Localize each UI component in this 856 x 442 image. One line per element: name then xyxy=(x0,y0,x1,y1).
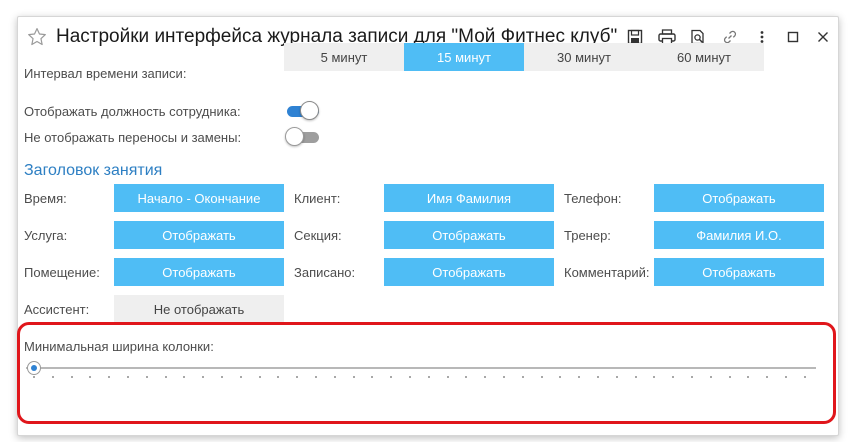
slider-tick xyxy=(71,376,73,378)
comment-button[interactable]: Отображать xyxy=(654,258,824,286)
time-button[interactable]: Начало - Окончание xyxy=(114,184,284,212)
slider-tick xyxy=(146,376,148,378)
slider-tick xyxy=(259,376,261,378)
enrolled-label: Записано: xyxy=(294,265,356,280)
trainer-label: Тренер: xyxy=(564,228,611,243)
interval-option-15[interactable]: 15 минут xyxy=(404,43,524,71)
slider-tick xyxy=(597,376,599,378)
service-button[interactable]: Отображать xyxy=(114,221,284,249)
slider-tick xyxy=(315,376,317,378)
slider-tick xyxy=(165,376,167,378)
slider-tick xyxy=(371,376,373,378)
slider-tick xyxy=(202,376,204,378)
time-label: Время: xyxy=(24,191,67,206)
assistant-label: Ассистент: xyxy=(24,302,90,317)
slider-tick xyxy=(541,376,543,378)
interval-option-60[interactable]: 60 минут xyxy=(644,43,764,71)
slider-tick xyxy=(578,376,580,378)
close-icon[interactable] xyxy=(813,27,833,47)
min-width-label: Минимальная ширина колонки: xyxy=(24,339,214,354)
slider-tick xyxy=(559,376,561,378)
slider-tick xyxy=(522,376,524,378)
client-label: Клиент: xyxy=(294,191,341,206)
section-label: Секция: xyxy=(294,228,342,243)
slider-tick xyxy=(127,376,129,378)
slider-tick xyxy=(484,376,486,378)
min-width-slider[interactable] xyxy=(26,358,818,382)
slider-tick xyxy=(409,376,411,378)
room-button[interactable]: Отображать xyxy=(114,258,284,286)
service-label: Услуга: xyxy=(24,228,68,243)
enrolled-button[interactable]: Отображать xyxy=(384,258,554,286)
section-button[interactable]: Отображать xyxy=(384,221,554,249)
slider-tick xyxy=(240,376,242,378)
slider-handle[interactable] xyxy=(27,361,41,375)
slider-tick xyxy=(89,376,91,378)
slider-tick xyxy=(747,376,749,378)
maximize-icon[interactable] xyxy=(783,27,803,47)
slider-tick xyxy=(465,376,467,378)
slider-tick xyxy=(52,376,54,378)
interval-label: Интервал времени записи: xyxy=(24,66,187,81)
interval-option-5[interactable]: 5 минут xyxy=(284,43,404,71)
slider-tick xyxy=(183,376,185,378)
slider-ticks xyxy=(26,376,816,378)
slider-tick xyxy=(334,376,336,378)
slider-rail xyxy=(26,367,816,369)
slider-tick xyxy=(616,376,618,378)
assistant-button[interactable]: Не отображать xyxy=(114,295,284,323)
slider-tick xyxy=(447,376,449,378)
trainer-button[interactable]: Фамилия И.О. xyxy=(654,221,824,249)
slider-tick xyxy=(221,376,223,378)
slider-tick xyxy=(33,376,35,378)
slider-tick xyxy=(729,376,731,378)
interval-option-30[interactable]: 30 минут xyxy=(524,43,644,71)
slider-tick xyxy=(766,376,768,378)
slider-tick xyxy=(653,376,655,378)
hide-transfers-label: Не отображать переносы и замены: xyxy=(24,130,242,145)
slider-tick xyxy=(428,376,430,378)
comment-label: Комментарий: xyxy=(564,265,650,280)
section-title: Заголовок занятия xyxy=(24,162,163,179)
slider-tick xyxy=(503,376,505,378)
phone-button[interactable]: Отображать xyxy=(654,184,824,212)
star-icon[interactable] xyxy=(26,26,48,48)
slider-tick xyxy=(108,376,110,378)
phone-label: Телефон: xyxy=(564,191,622,206)
room-label: Помещение: xyxy=(24,265,100,280)
slider-tick xyxy=(785,376,787,378)
client-button[interactable]: Имя Фамилия xyxy=(384,184,554,212)
show-position-toggle[interactable] xyxy=(285,101,319,121)
hide-transfers-toggle[interactable] xyxy=(285,127,319,147)
slider-tick xyxy=(672,376,674,378)
slider-tick xyxy=(296,376,298,378)
slider-tick xyxy=(277,376,279,378)
slider-tick xyxy=(635,376,637,378)
slider-tick xyxy=(691,376,693,378)
slider-tick xyxy=(353,376,355,378)
slider-tick xyxy=(710,376,712,378)
show-position-label: Отображать должность сотрудника: xyxy=(24,104,241,119)
slider-tick xyxy=(390,376,392,378)
slider-tick xyxy=(804,376,806,378)
